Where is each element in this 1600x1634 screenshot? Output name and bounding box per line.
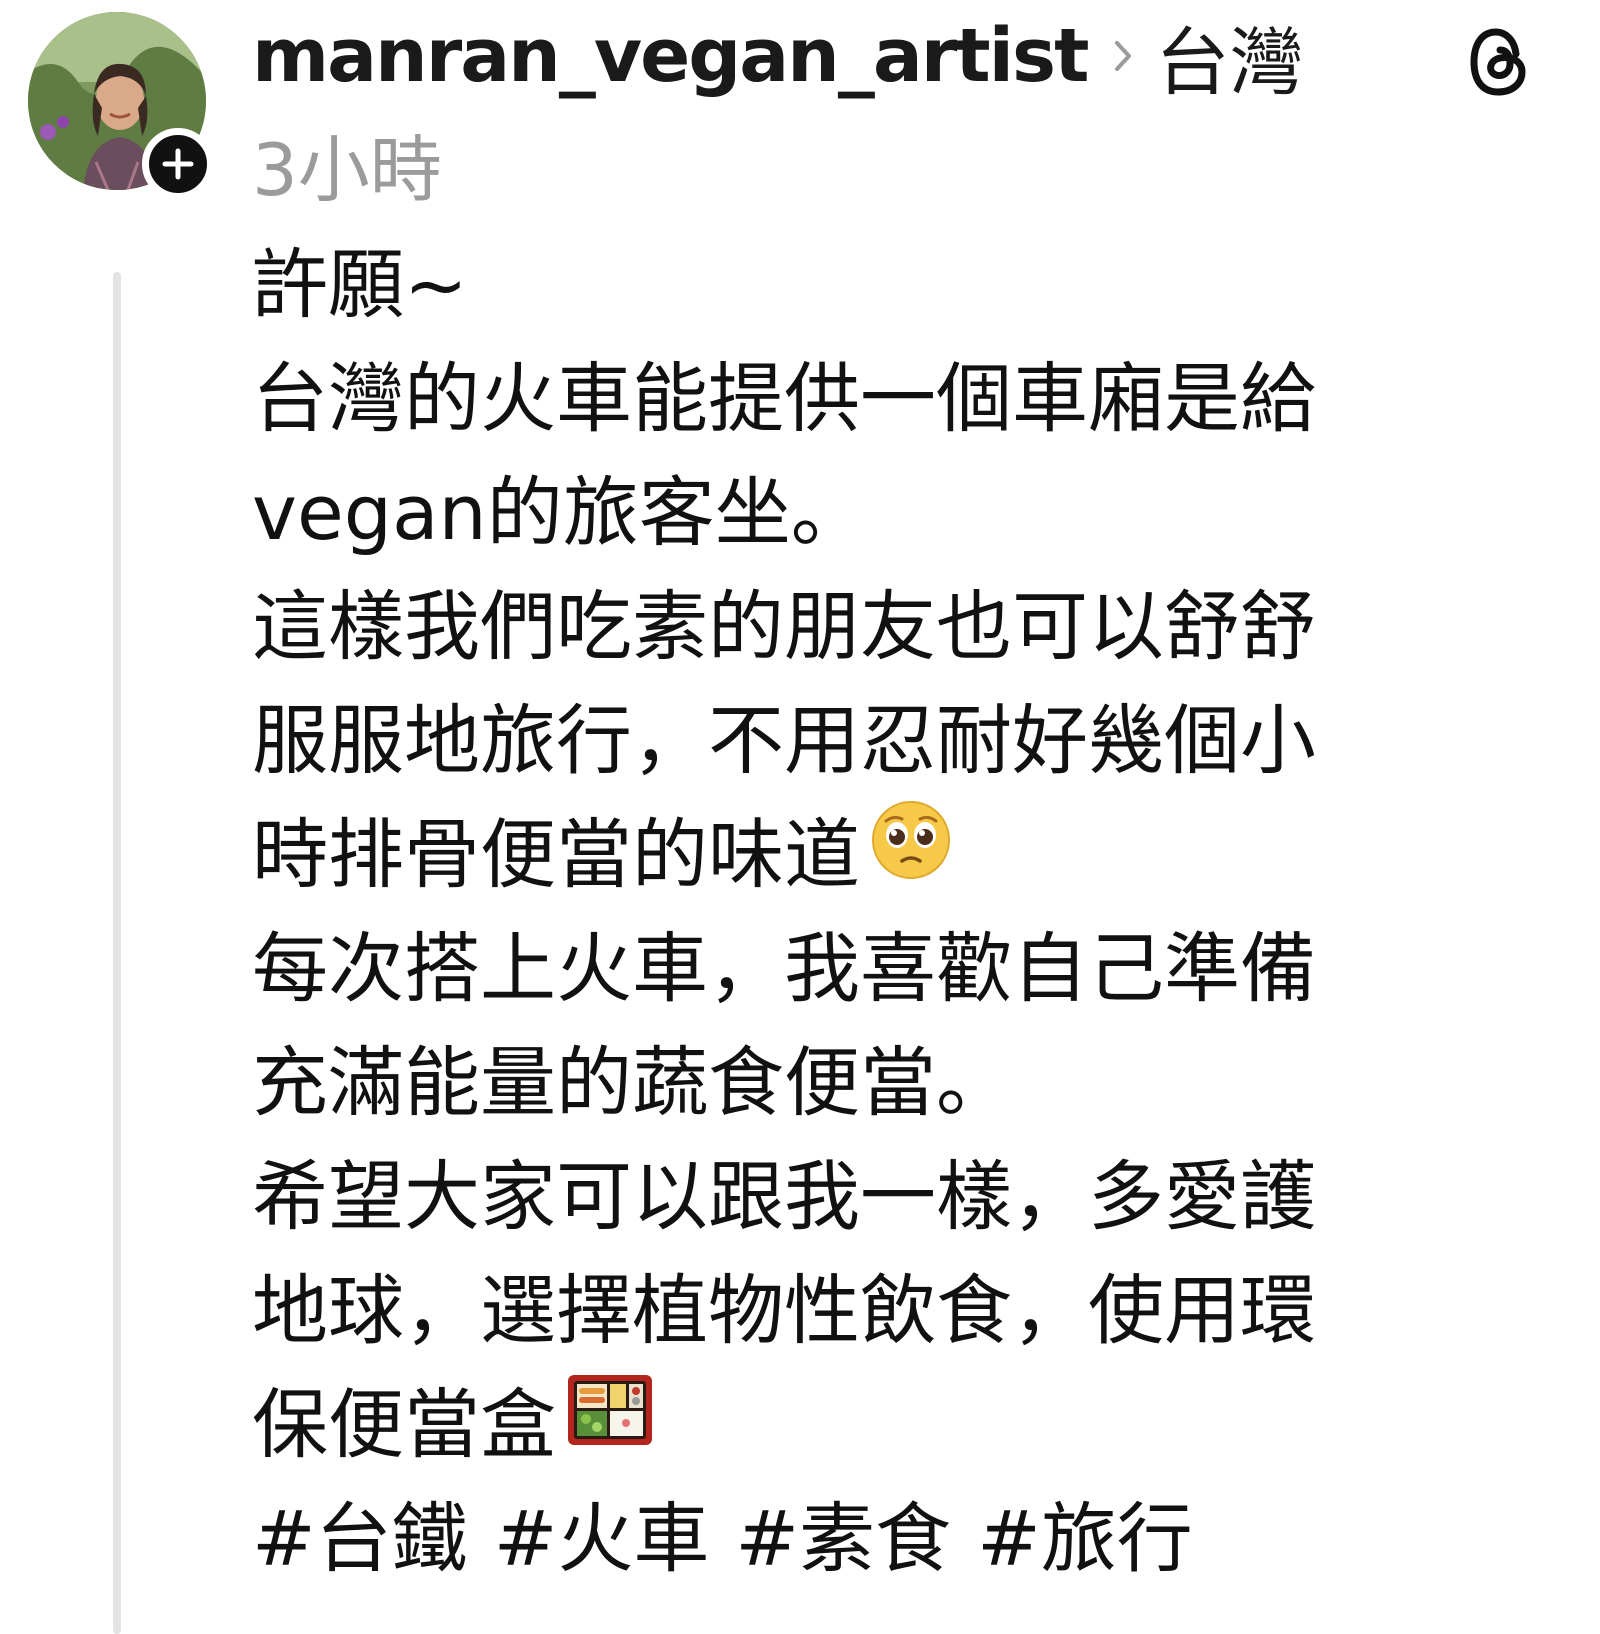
post-text-line: 地球，選擇植物性飲食，使用環 bbox=[252, 1266, 1316, 1355]
post-body: 許願~ 台灣的火車能提供一個車廂是給 vegan的旅客坐。 這樣我們吃素的朋友也… bbox=[252, 228, 1552, 1596]
post-text-line: vegan的旅客坐。 bbox=[252, 468, 867, 557]
post-text-line-with-emoji: 保便當盒 bbox=[252, 1368, 1552, 1482]
post-timestamp: 3小時 bbox=[252, 128, 442, 212]
post-text-line: 這樣我們吃素的朋友也可以舒舒 bbox=[252, 582, 1316, 671]
post-text-line: 每次搭上火車，我喜歡自己準備 bbox=[252, 924, 1316, 1013]
pleading-face-emoji bbox=[870, 798, 952, 912]
plus-icon bbox=[162, 148, 194, 180]
post-text-line: 希望大家可以跟我一樣，多愛護 bbox=[252, 1152, 1316, 1241]
hashtag-row: #台鐵 #火車 #素食 #旅行 bbox=[252, 1482, 1552, 1596]
post-text-line: 許願~ bbox=[252, 240, 468, 329]
hashtag-link[interactable]: #台鐵 bbox=[252, 1482, 468, 1596]
post-text-line: 充滿能量的蔬食便當。 bbox=[252, 1038, 1012, 1127]
post-text-segment: 保便當盒 bbox=[252, 1380, 556, 1469]
chevron-right-icon bbox=[1113, 39, 1133, 73]
follow-button[interactable] bbox=[142, 128, 214, 200]
hashtag-link[interactable]: #素食 bbox=[735, 1482, 951, 1596]
hashtag-link[interactable]: #旅行 bbox=[977, 1482, 1193, 1596]
hashtag-link[interactable]: #火車 bbox=[494, 1482, 710, 1596]
post-text-line: 服服地旅行，不用忍耐好幾個小 bbox=[252, 696, 1316, 785]
location-tag[interactable]: 台灣 bbox=[1155, 3, 1303, 110]
post-text-line-with-emoji: 時排骨便當的味道 bbox=[252, 798, 1552, 912]
username-link[interactable]: manran_vegan_artist bbox=[252, 13, 1089, 99]
thread-connector-line bbox=[113, 272, 121, 1634]
post-text-line: 台灣的火車能提供一個車廂是給 bbox=[252, 354, 1316, 443]
bento-box-emoji bbox=[566, 1368, 654, 1482]
threads-logo-icon[interactable] bbox=[1466, 24, 1532, 100]
post-header: manran_vegan_artist 台灣 bbox=[252, 6, 1303, 106]
post-text-segment: 時排骨便當的味道 bbox=[252, 810, 860, 899]
